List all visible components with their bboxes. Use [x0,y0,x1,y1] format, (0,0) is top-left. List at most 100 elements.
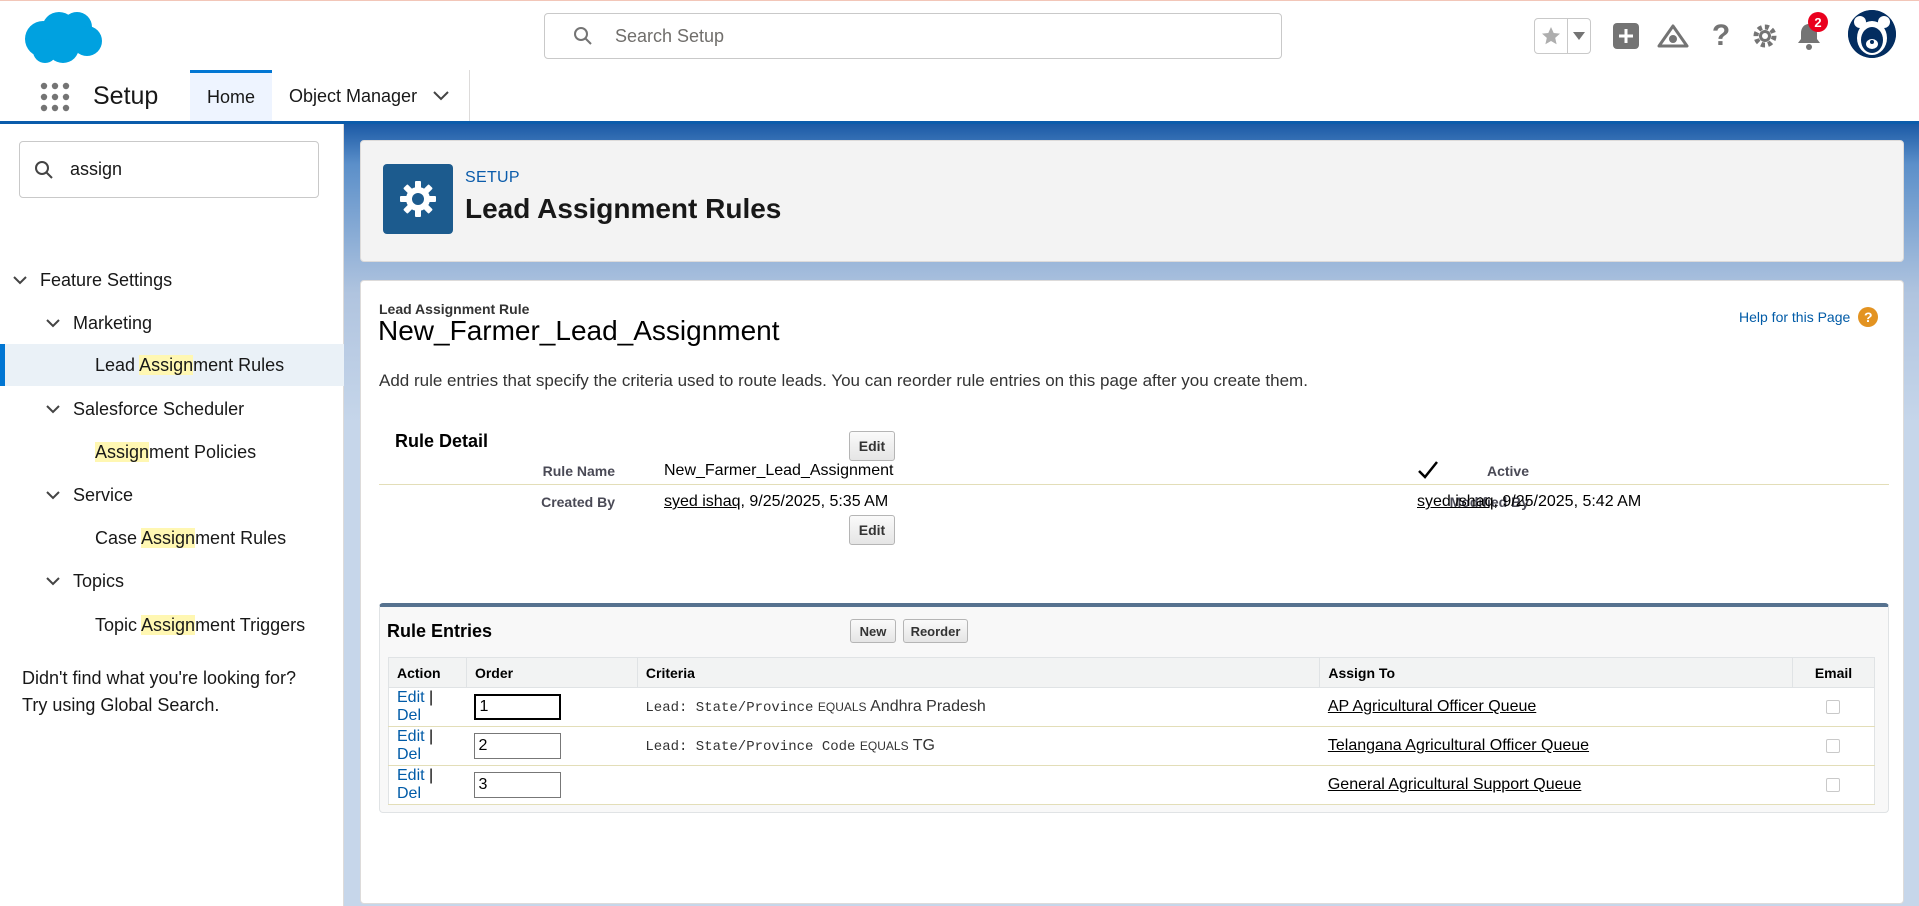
setup-gear-icon[interactable] [1748,19,1782,53]
table-row: Edit | Del Lead: State/Province EQUALS A… [388,687,1875,727]
tree-node-marketing[interactable]: Marketing [0,302,344,344]
chevron-down-icon[interactable] [43,571,63,591]
modified-by-user-link[interactable]: syed ishaq [1417,493,1494,510]
trailhead-icon[interactable] [1656,19,1690,53]
tree-node-label: Topics [73,570,125,591]
rule-detail-section: Rule Detail Edit Rule Name New_Farmer_Le… [379,419,1889,545]
created-by-value: syed ishaq, 9/25/2025, 5:35 AM [664,493,888,511]
app-navigation-bar: Setup Home Object Manager [0,70,1919,122]
help-icon[interactable]: ? [1704,19,1738,53]
chevron-down-icon[interactable] [43,485,63,505]
table-row: Edit | Del Lead: State/Province Code EQU… [388,726,1875,766]
search-icon [35,160,53,179]
tree-node-salesforce-scheduler[interactable]: Salesforce Scheduler [0,388,344,430]
del-link[interactable]: Del [397,707,421,724]
del-link[interactable]: Del [397,746,421,763]
page-header: SETUP Lead Assignment Rules [360,140,1904,262]
rule-content-panel: Lead Assignment Rule New_Farmer_Lead_Ass… [360,280,1904,904]
edit-button-bottom[interactable]: Edit [849,515,895,545]
tree-node-label: Assignment Policies [95,441,257,463]
search-match-highlight: Assign [141,527,196,548]
help-for-page-link[interactable]: Help for this Page ? [1739,307,1879,327]
rule-entries-table: Action Order Criteria Assign To Email Ed… [388,657,1876,805]
label-suffix: ment Policies [149,441,257,462]
tree-node-label: Case Assignment Rules [95,527,287,549]
rule-detail-title: Rule Detail [395,431,489,451]
favorites-star-icon[interactable] [1535,19,1568,53]
assign-to-link[interactable]: General Agricultural Support Queue [1328,776,1581,793]
order-input[interactable] [474,694,562,720]
user-avatar[interactable] [1848,10,1896,58]
edit-button-top[interactable]: Edit [849,431,895,461]
tree-node-label: Lead Assignment Rules [95,354,285,376]
help-link-label: Help for this Page [1739,309,1851,325]
email-cell [1792,687,1875,727]
global-header: ? 2 [0,0,1919,70]
order-input[interactable] [474,772,562,798]
notification-count-badge: 2 [1808,12,1828,32]
page-title: Lead Assignment Rules [465,193,782,224]
tree-node-label: Salesforce Scheduler [73,398,245,419]
sidebar-item-assignment-policies[interactable]: Assignment Policies [0,431,344,473]
column-header-criteria: Criteria [636,657,1321,688]
label-suffix: ment Rules [195,527,287,548]
tab-home[interactable]: Home [190,70,272,122]
email-cell [1792,765,1875,805]
email-checkbox [1826,700,1841,714]
rule-name-title: New_Farmer_Lead_Assignment [378,315,780,346]
column-header-email: Email [1791,657,1876,688]
created-by-user-link[interactable]: syed ishaq [664,493,741,510]
tree-node-service[interactable]: Service [0,474,344,516]
criteria-value: TG [912,737,935,754]
chevron-down-icon[interactable] [10,270,30,290]
row-actions: Edit | Del [388,726,467,766]
assign-to-cell: General Agricultural Support Queue [1319,765,1793,805]
tree-node-feature-settings[interactable]: Feature Settings [0,259,344,301]
edit-link[interactable]: Edit [397,689,425,706]
new-button[interactable]: New [850,619,896,643]
column-header-action: Action [388,657,467,688]
global-actions-plus-icon[interactable] [1609,19,1643,53]
active-checkmark-icon [1417,460,1439,485]
chevron-down-icon[interactable] [43,399,63,419]
sidebar-item-topic-assignment-triggers[interactable]: Topic Assignment Triggers [0,604,344,646]
tab-object-manager[interactable]: Object Manager [273,70,470,122]
label-suffix: ment Triggers [195,614,306,635]
chevron-down-icon[interactable] [43,313,63,333]
edit-link[interactable]: Edit [397,728,425,745]
reorder-button[interactable]: Reorder [903,619,968,643]
chevron-down-icon[interactable] [433,91,449,101]
del-link[interactable]: Del [397,785,421,802]
assign-to-link[interactable]: AP Agricultural Officer Queue [1328,698,1536,715]
table-row: Edit | Del General Agricultural Support … [388,765,1875,805]
quick-find-input[interactable] [68,158,298,181]
email-checkbox [1826,739,1841,753]
edit-link[interactable]: Edit [397,767,425,784]
search-match-highlight: Assign [141,614,196,635]
row-actions: Edit | Del [388,687,467,727]
rule-entries-title: Rule Entries [387,621,493,641]
sidebar-item-lead-assignment-rules[interactable]: Lead Assignment Rules [0,344,344,386]
email-checkbox [1826,778,1841,792]
search-setup-input[interactable] [613,24,1213,48]
assign-to-link[interactable]: Telangana Agricultural Officer Queue [1328,737,1589,754]
assign-to-cell: Telangana Agricultural Officer Queue [1319,726,1793,766]
criteria-field: Lead: State/Province [645,700,814,716]
criteria-value: Andhra Pradesh [870,698,986,715]
app-launcher-icon[interactable] [40,82,70,112]
order-input[interactable] [474,733,562,759]
sidebar-help-text: Didn't find what you're looking for? Try… [22,665,296,719]
label-suffix: ment Rules [193,354,285,375]
quick-find-box[interactable] [19,141,319,198]
field-divider [379,484,1889,485]
search-setup-box[interactable] [544,13,1282,59]
sidebar-item-case-assignment-rules[interactable]: Case Assignment Rules [0,517,344,559]
salesforce-logo[interactable] [21,9,103,65]
column-header-order: Order [465,657,638,688]
favorites-dropdown-icon[interactable] [1568,19,1590,53]
tree-node-label: Service [73,484,134,505]
criteria-cell: Lead: State/Province Code EQUALS TG [637,726,1320,766]
rule-name-label: Rule Name [542,463,615,479]
tree-node-topics[interactable]: Topics [0,560,344,602]
help-question-icon[interactable]: ? [1858,307,1879,327]
